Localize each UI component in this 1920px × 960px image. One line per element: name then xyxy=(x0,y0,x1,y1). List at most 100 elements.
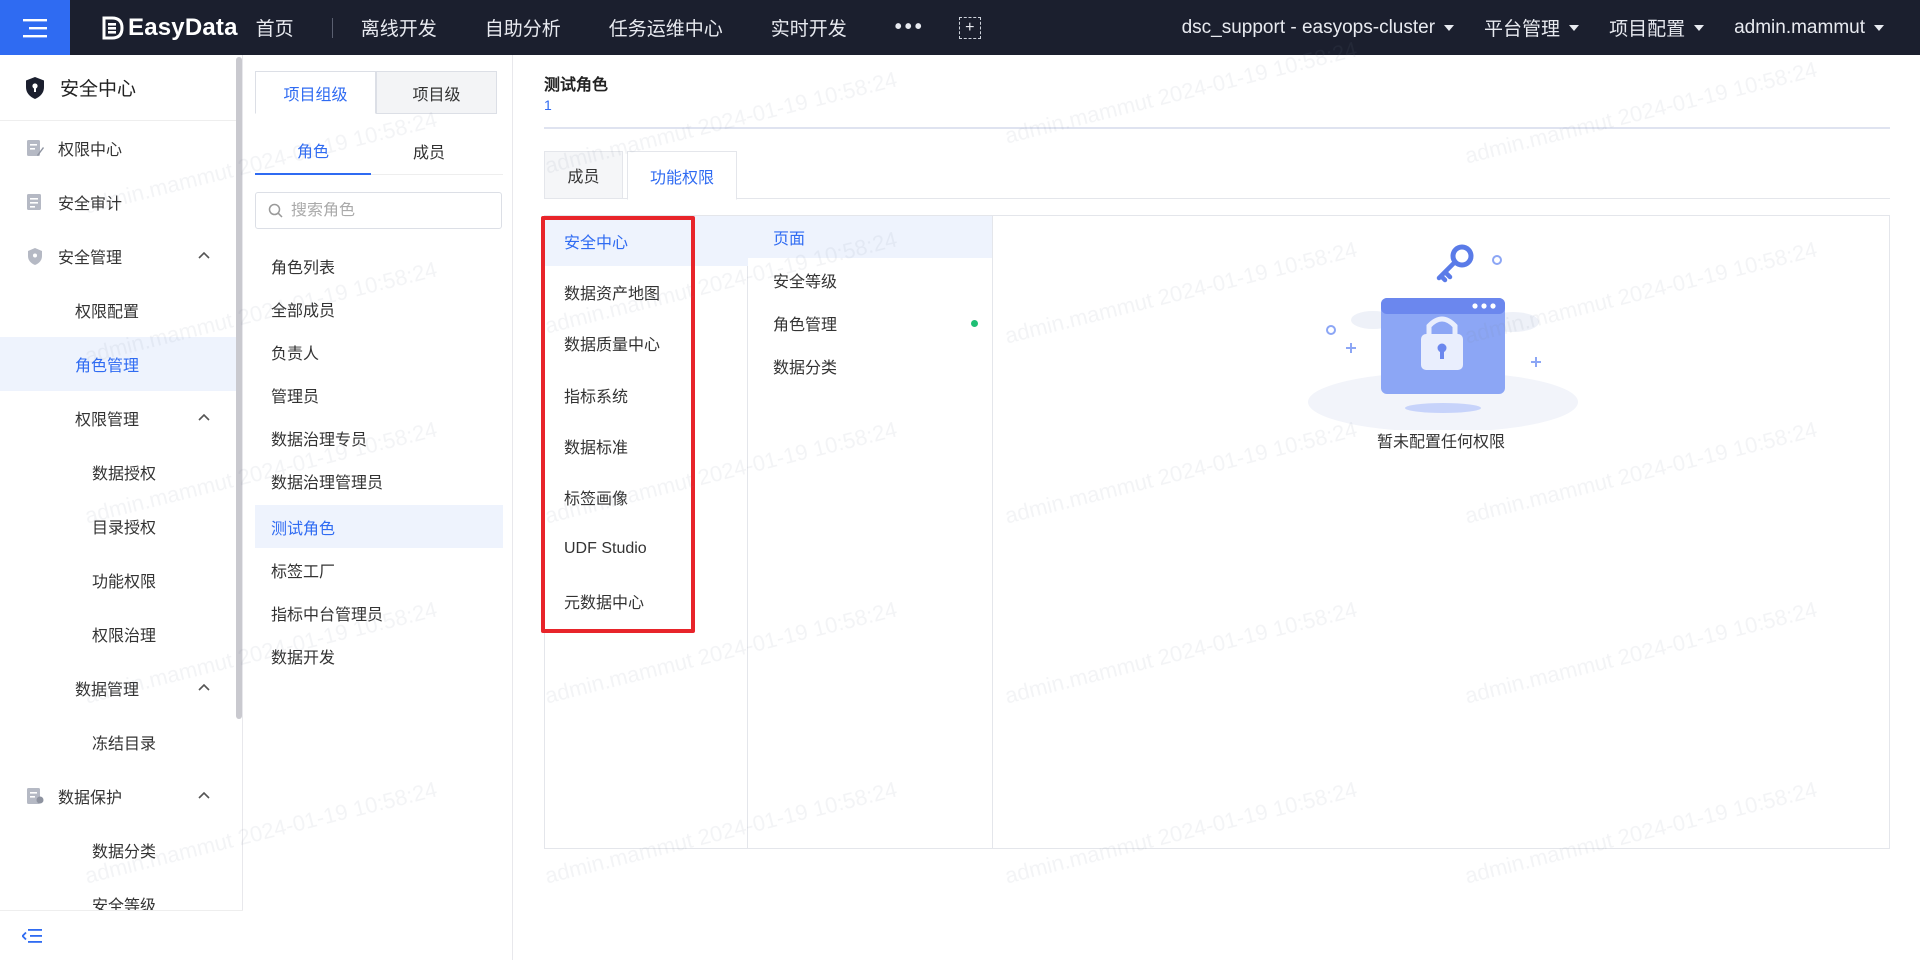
sidebar-item-catalog-authorization[interactable]: 目录授权 xyxy=(0,499,236,553)
chevron-up-icon xyxy=(198,251,210,259)
empty-lock-illustration-icon xyxy=(1308,244,1578,430)
platform-admin-dropdown[interactable]: 平台管理 xyxy=(1484,14,1580,41)
shield-icon xyxy=(28,248,42,265)
easydata-logo-icon xyxy=(102,16,124,39)
permission-item[interactable]: 数据分类 xyxy=(748,345,992,387)
role-list-item[interactable]: 数据治理专员 xyxy=(255,416,503,459)
edit-doc-icon xyxy=(27,140,44,156)
detail-tabs: 成员 功能权限 xyxy=(544,151,1890,200)
tab-roles[interactable]: 角色 xyxy=(255,127,371,175)
module-item[interactable]: 指标系统 xyxy=(545,370,748,420)
sidebar-item-label: 权限中心 xyxy=(58,142,123,159)
module-item[interactable]: 数据标准 xyxy=(545,421,748,471)
sidebar-item-function-permission[interactable]: 功能权限 xyxy=(0,553,236,607)
module-item[interactable]: UDF Studio xyxy=(545,524,748,574)
role-list-item[interactable]: 负责人 xyxy=(255,330,503,373)
chevron-up-icon xyxy=(198,683,210,691)
sidebar-item-label: 权限管理 xyxy=(75,412,140,429)
role-list-item[interactable]: 管理员 xyxy=(255,373,503,416)
tab-members[interactable]: 成员 xyxy=(544,151,623,199)
permission-list: 页面 安全等级 角色管理 数据分类 xyxy=(748,216,993,848)
role-list-item[interactable]: 数据开发 xyxy=(255,634,503,677)
module-item[interactable]: 元数据中心 xyxy=(545,576,748,626)
sidebar-item-label: 权限配置 xyxy=(75,304,140,321)
role-list-item[interactable]: 角色列表 xyxy=(255,244,503,287)
main-content: 测试角色 1 成员 功能权限 安全中心 数据资产地图 数据质量中心 指标系统 数… xyxy=(514,55,1920,960)
tab-function-permission[interactable]: 功能权限 xyxy=(627,151,737,200)
project-config-label: 项目配置 xyxy=(1609,19,1686,40)
sidebar-item-permission-center[interactable]: 权限中心 xyxy=(0,121,236,175)
caret-down-icon xyxy=(1569,24,1580,31)
sidebar-item-permission-governance[interactable]: 权限治理 xyxy=(0,607,236,661)
role-panel: 项目组级 项目级 角色 成员 角色列表 全部成员 负责人 管理员 数据治理专员 … xyxy=(243,55,513,960)
role-list-item-selected[interactable]: 测试角色 xyxy=(255,505,503,548)
sidebar-item-label: 权限治理 xyxy=(92,628,157,645)
sidebar-item-permission-config[interactable]: 权限配置 xyxy=(0,283,236,337)
nav-task-ops-center[interactable]: 任务运维中心 xyxy=(609,14,723,41)
user-name: admin.mammut xyxy=(1734,16,1865,38)
sidebar-item-security-management[interactable]: 安全管理 xyxy=(0,229,236,283)
sidebar-item-label: 角色管理 xyxy=(75,358,140,375)
sidebar-item-label: 功能权限 xyxy=(92,574,157,591)
menu-toggle-button[interactable] xyxy=(0,0,70,55)
cluster-label: dsc_support - easyops-cluster xyxy=(1181,16,1436,38)
permission-panel: 安全中心 数据资产地图 数据质量中心 指标系统 数据标准 标签画像 UDF St… xyxy=(541,215,1890,849)
search-icon xyxy=(268,203,283,218)
sidebar-scrollbar[interactable] xyxy=(236,57,242,719)
page-title: 测试角色 xyxy=(544,77,609,94)
sidebar-item-frozen-catalog[interactable]: 冻结目录 xyxy=(0,715,236,769)
search-input[interactable] xyxy=(291,201,481,220)
project-config-dropdown[interactable]: 项目配置 xyxy=(1609,14,1705,41)
cluster-dropdown[interactable]: dsc_support - easyops-cluster xyxy=(1181,16,1455,39)
sidebar-item-data-management[interactable]: 数据管理 xyxy=(0,661,236,715)
module-item[interactable]: 数据质量中心 xyxy=(545,318,748,368)
role-list-item[interactable]: 标签工厂 xyxy=(255,548,503,591)
module-item-selected[interactable]: 安全中心 xyxy=(545,216,748,266)
sidebar-item-data-authorization[interactable]: 数据授权 xyxy=(0,445,236,499)
sidebar-item-label: 数据授权 xyxy=(92,466,157,483)
permission-item-selected[interactable]: 页面 xyxy=(748,216,992,258)
permission-item[interactable]: 角色管理 xyxy=(748,302,992,344)
sidebar-item-permission-management[interactable]: 权限管理 xyxy=(0,391,236,445)
seg-project-level[interactable]: 项目级 xyxy=(376,71,497,114)
role-member-tabs: 角色 成员 xyxy=(255,127,503,175)
sidebar-item-label: 安全审计 xyxy=(58,196,123,213)
add-shortcut-icon[interactable]: + xyxy=(958,16,981,39)
permission-item-label: 角色管理 xyxy=(773,317,838,334)
nav-divider xyxy=(331,17,333,38)
nav-home[interactable]: 首页 xyxy=(256,14,294,41)
module-item[interactable]: 标签画像 xyxy=(545,472,748,522)
tab-members[interactable]: 成员 xyxy=(371,127,487,175)
hamburger-menu-icon xyxy=(23,18,47,37)
top-navbar: EasyData 首页 离线开发 自助分析 任务运维中心 实时开发 ••• + … xyxy=(0,0,1920,55)
module-item[interactable]: 数据资产地图 xyxy=(545,267,748,317)
sidebar-item-label: 目录授权 xyxy=(92,520,157,537)
user-menu-dropdown[interactable]: admin.mammut xyxy=(1734,17,1884,39)
role-list-item[interactable]: 指标中台管理员 xyxy=(255,591,503,634)
chevron-up-icon xyxy=(198,791,210,799)
permission-item[interactable]: 安全等级 xyxy=(748,259,992,301)
role-list-item[interactable]: 数据治理管理员 xyxy=(255,459,503,502)
brand-name: EasyData xyxy=(128,13,238,41)
collapse-menu-icon xyxy=(22,928,42,943)
nav-more-icon[interactable]: ••• xyxy=(895,16,925,39)
easydata-logo[interactable]: EasyData xyxy=(102,14,238,42)
caret-down-icon xyxy=(1874,24,1884,31)
role-search-box xyxy=(255,192,502,229)
caret-down-icon xyxy=(1444,24,1455,31)
sidebar-collapse-button[interactable] xyxy=(0,910,243,960)
role-list-item[interactable]: 全部成员 xyxy=(255,287,503,330)
sidebar-item-data-protection[interactable]: 数据保护 xyxy=(0,769,236,823)
module-list: 安全中心 数据资产地图 数据质量中心 指标系统 数据标准 标签画像 UDF St… xyxy=(541,216,748,848)
nav-offline-dev[interactable]: 离线开发 xyxy=(361,14,437,41)
nav-self-analysis[interactable]: 自助分析 xyxy=(485,14,561,41)
sidebar-item-data-classification[interactable]: 数据分类 xyxy=(0,823,236,877)
sidebar-item-label: 冻结目录 xyxy=(92,736,157,753)
nav-realtime-dev[interactable]: 实时开发 xyxy=(771,14,847,41)
platform-admin-label: 平台管理 xyxy=(1484,19,1561,40)
seg-project-group-level[interactable]: 项目组级 xyxy=(255,71,376,114)
sidebar-item-label: 数据保护 xyxy=(58,790,123,807)
sidebar-item-security-audit[interactable]: 安全审计 xyxy=(0,175,236,229)
shield-lock-icon xyxy=(26,76,44,99)
sidebar-item-role-management[interactable]: 角色管理 xyxy=(0,337,236,391)
